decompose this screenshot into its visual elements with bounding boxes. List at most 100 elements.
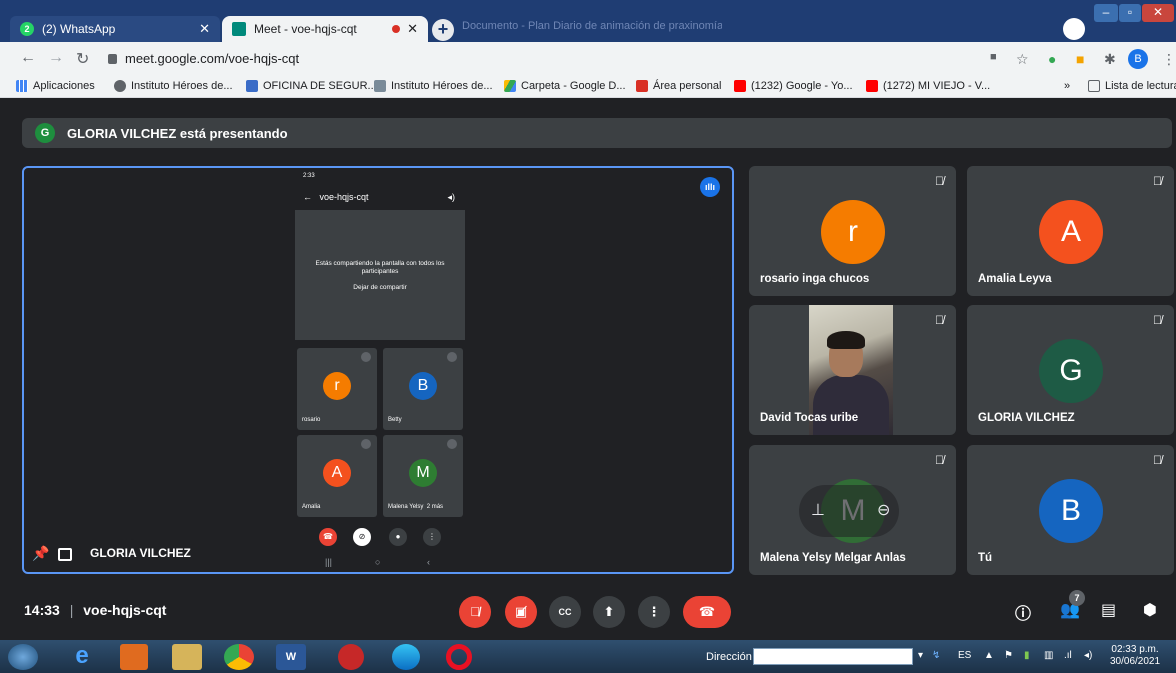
- phone-nav-bar: ||| ○ ‹: [325, 557, 430, 567]
- present-button[interactable]: ⬆: [593, 596, 625, 628]
- video-shirt: [813, 375, 889, 435]
- extension-icon[interactable]: ●: [1048, 51, 1056, 67]
- back-icon[interactable]: ←: [20, 49, 36, 67]
- participant-tile[interactable]: 🎙̸ r rosario inga chucos: [749, 166, 956, 296]
- signal-icon[interactable]: .ıl: [1064, 650, 1072, 661]
- avatar: M: [409, 459, 437, 487]
- file-explorer-icon[interactable]: [172, 644, 202, 670]
- tab-title: (2) WhatsApp: [42, 22, 116, 36]
- participant-name: Malena Yelsy 2 más: [388, 504, 443, 510]
- meeting-code: voe-hqjs-cqt: [83, 602, 167, 618]
- network-icon[interactable]: ▥: [1044, 650, 1053, 661]
- phone-share-panel: Estás compartiendo la pantalla con todos…: [295, 210, 465, 340]
- show-hidden-icons[interactable]: ▲: [984, 650, 994, 661]
- bookmark-item[interactable]: OFICINA DE SEGUR...: [246, 80, 377, 92]
- avatar: r: [323, 372, 351, 400]
- flag-icon[interactable]: ⚑: [1004, 650, 1013, 661]
- participant-tile[interactable]: 🎙̸ David Tocas uribe: [749, 305, 956, 435]
- menu-dots-icon[interactable]: ⋮: [1162, 51, 1176, 68]
- maximize-button[interactable]: ▫: [1119, 4, 1141, 22]
- close-icon[interactable]: ✕: [407, 21, 418, 37]
- puzzle-icon[interactable]: ✱: [1104, 51, 1116, 68]
- start-button[interactable]: [8, 644, 38, 670]
- bookmark-item[interactable]: Área personal: [636, 80, 722, 92]
- participant-tile[interactable]: 🎙̸ G GLORIA VILCHEZ: [967, 305, 1174, 435]
- bookmark-item[interactable]: Instituto Héroes de...: [374, 80, 493, 92]
- bookmarks-more[interactable]: »: [1064, 80, 1070, 92]
- remove-icon[interactable]: ⊖: [877, 500, 890, 520]
- tab-meet[interactable]: Meet - voe-hqjs-cqt ✕: [222, 16, 428, 42]
- bookmark-label: (1272) MI VIEJO - V...: [883, 80, 991, 92]
- shared-phone-screen: 2:33 ← voe-hqjs-cqt ◂) Estás compartiendo…: [295, 170, 465, 572]
- dropdown-icon[interactable]: ▾: [918, 650, 923, 661]
- meeting-time: 14:33: [24, 602, 60, 618]
- go-icon[interactable]: ↯: [932, 650, 940, 661]
- profile-avatar[interactable]: B: [1128, 49, 1148, 69]
- participant-name: Tú: [978, 552, 993, 564]
- participant-name: David Tocas uribe: [760, 412, 859, 424]
- participant-tile-self[interactable]: 🎙̸ B Tú: [967, 445, 1174, 575]
- participant-name-text: Malena Yelsy: [388, 504, 424, 510]
- info-icon[interactable]: ⓘ: [1015, 600, 1031, 624]
- opera-icon[interactable]: [446, 644, 472, 670]
- new-tab-button[interactable]: +: [432, 19, 454, 41]
- shield-icon: [374, 80, 386, 92]
- reading-list-icon: [1088, 80, 1100, 92]
- participant-tile[interactable]: 🎙̸ M ⊥ ⊖ Malena Yelsy Melgar Anlas: [749, 445, 956, 575]
- mic-toggle-button[interactable]: 🎙̸: [459, 596, 491, 628]
- chrome-profile-icon[interactable]: [1063, 18, 1085, 40]
- participant-tile[interactable]: 🎙̸ A Amalia Leyva: [967, 166, 1174, 296]
- meet-icon: [232, 22, 246, 36]
- present-screen-icon: [58, 548, 72, 561]
- activities-icon[interactable]: ⬢: [1143, 600, 1157, 620]
- bookmark-item[interactable]: (1272) MI VIEJO - V...: [866, 80, 990, 92]
- close-window-button[interactable]: ✕: [1142, 4, 1174, 22]
- camera-icon[interactable]: ■: [990, 51, 997, 63]
- bookmark-item[interactable]: Instituto Héroes de...: [114, 80, 233, 92]
- volume-icon[interactable]: ◂): [1084, 650, 1092, 661]
- bookmark-item[interactable]: Carpeta - Google D...: [504, 80, 626, 92]
- bookmark-label: (1232) Google - Yo...: [751, 80, 853, 92]
- more-options-button[interactable]: ⋮: [638, 596, 670, 628]
- reading-list[interactable]: Lista de lectura: [1088, 80, 1176, 92]
- pin-icon[interactable]: 📌: [32, 545, 49, 562]
- system-clock[interactable]: 02:33 p.m. 30/06/2021: [1110, 644, 1160, 668]
- recording-icon: [392, 25, 400, 33]
- outlook-icon[interactable]: [120, 644, 148, 670]
- pin-icon[interactable]: ⊥: [811, 500, 825, 520]
- bookmark-item[interactable]: (1232) Google - Yo...: [734, 80, 853, 92]
- internet-explorer-icon[interactable]: e: [64, 644, 100, 670]
- tab-whatsapp[interactable]: 2 (2) WhatsApp ✕: [10, 16, 220, 42]
- bookmark-apps[interactable]: Aplicaciones: [16, 80, 95, 92]
- address-bar[interactable]: meet.google.com/voe-hqjs-cqt: [108, 51, 299, 66]
- chrome-icon[interactable]: [224, 644, 254, 670]
- presentation-stage[interactable]: 2:33 ← voe-hqjs-cqt ◂) Estás compartiendo…: [22, 166, 734, 574]
- word-icon[interactable]: W: [276, 644, 306, 670]
- close-icon[interactable]: ✕: [199, 21, 210, 37]
- leave-call-button[interactable]: ☎: [683, 596, 731, 628]
- language-indicator[interactable]: ES: [958, 650, 971, 661]
- camera-toggle-button[interactable]: ▣̸: [505, 596, 537, 628]
- chat-icon[interactable]: ▤: [1101, 600, 1116, 620]
- star-icon[interactable]: ☆: [1016, 51, 1029, 68]
- antivirus-icon[interactable]: [338, 644, 364, 670]
- captions-button[interactable]: CC: [549, 596, 581, 628]
- tile-hover-menu[interactable]: ⊥ ⊖: [799, 485, 899, 537]
- background-tab-title[interactable]: Documento - Plan Diario de animación de …: [462, 20, 722, 40]
- minimize-button[interactable]: –: [1094, 4, 1118, 22]
- address-toolbar-input[interactable]: [753, 648, 913, 665]
- clock-time: 02:33 p.m.: [1111, 644, 1159, 655]
- phone-participant-tile: A Amalia: [297, 435, 377, 517]
- end-call-icon: ☎: [319, 528, 337, 546]
- avatar: A: [1039, 200, 1103, 264]
- battery-icon[interactable]: ▮: [1024, 650, 1030, 661]
- avatar: B: [409, 372, 437, 400]
- reload-icon[interactable]: ↻: [76, 49, 89, 69]
- edge-icon[interactable]: [392, 644, 420, 670]
- address-toolbar-label: Dirección: [706, 651, 752, 663]
- extension-bag-icon[interactable]: ■: [1076, 51, 1084, 67]
- mic-off-icon: 🎙̸: [935, 453, 944, 467]
- forward-icon[interactable]: →: [48, 49, 64, 67]
- participant-name: rosario inga chucos: [760, 273, 870, 285]
- bookmark-label: OFICINA DE SEGUR...: [263, 80, 377, 92]
